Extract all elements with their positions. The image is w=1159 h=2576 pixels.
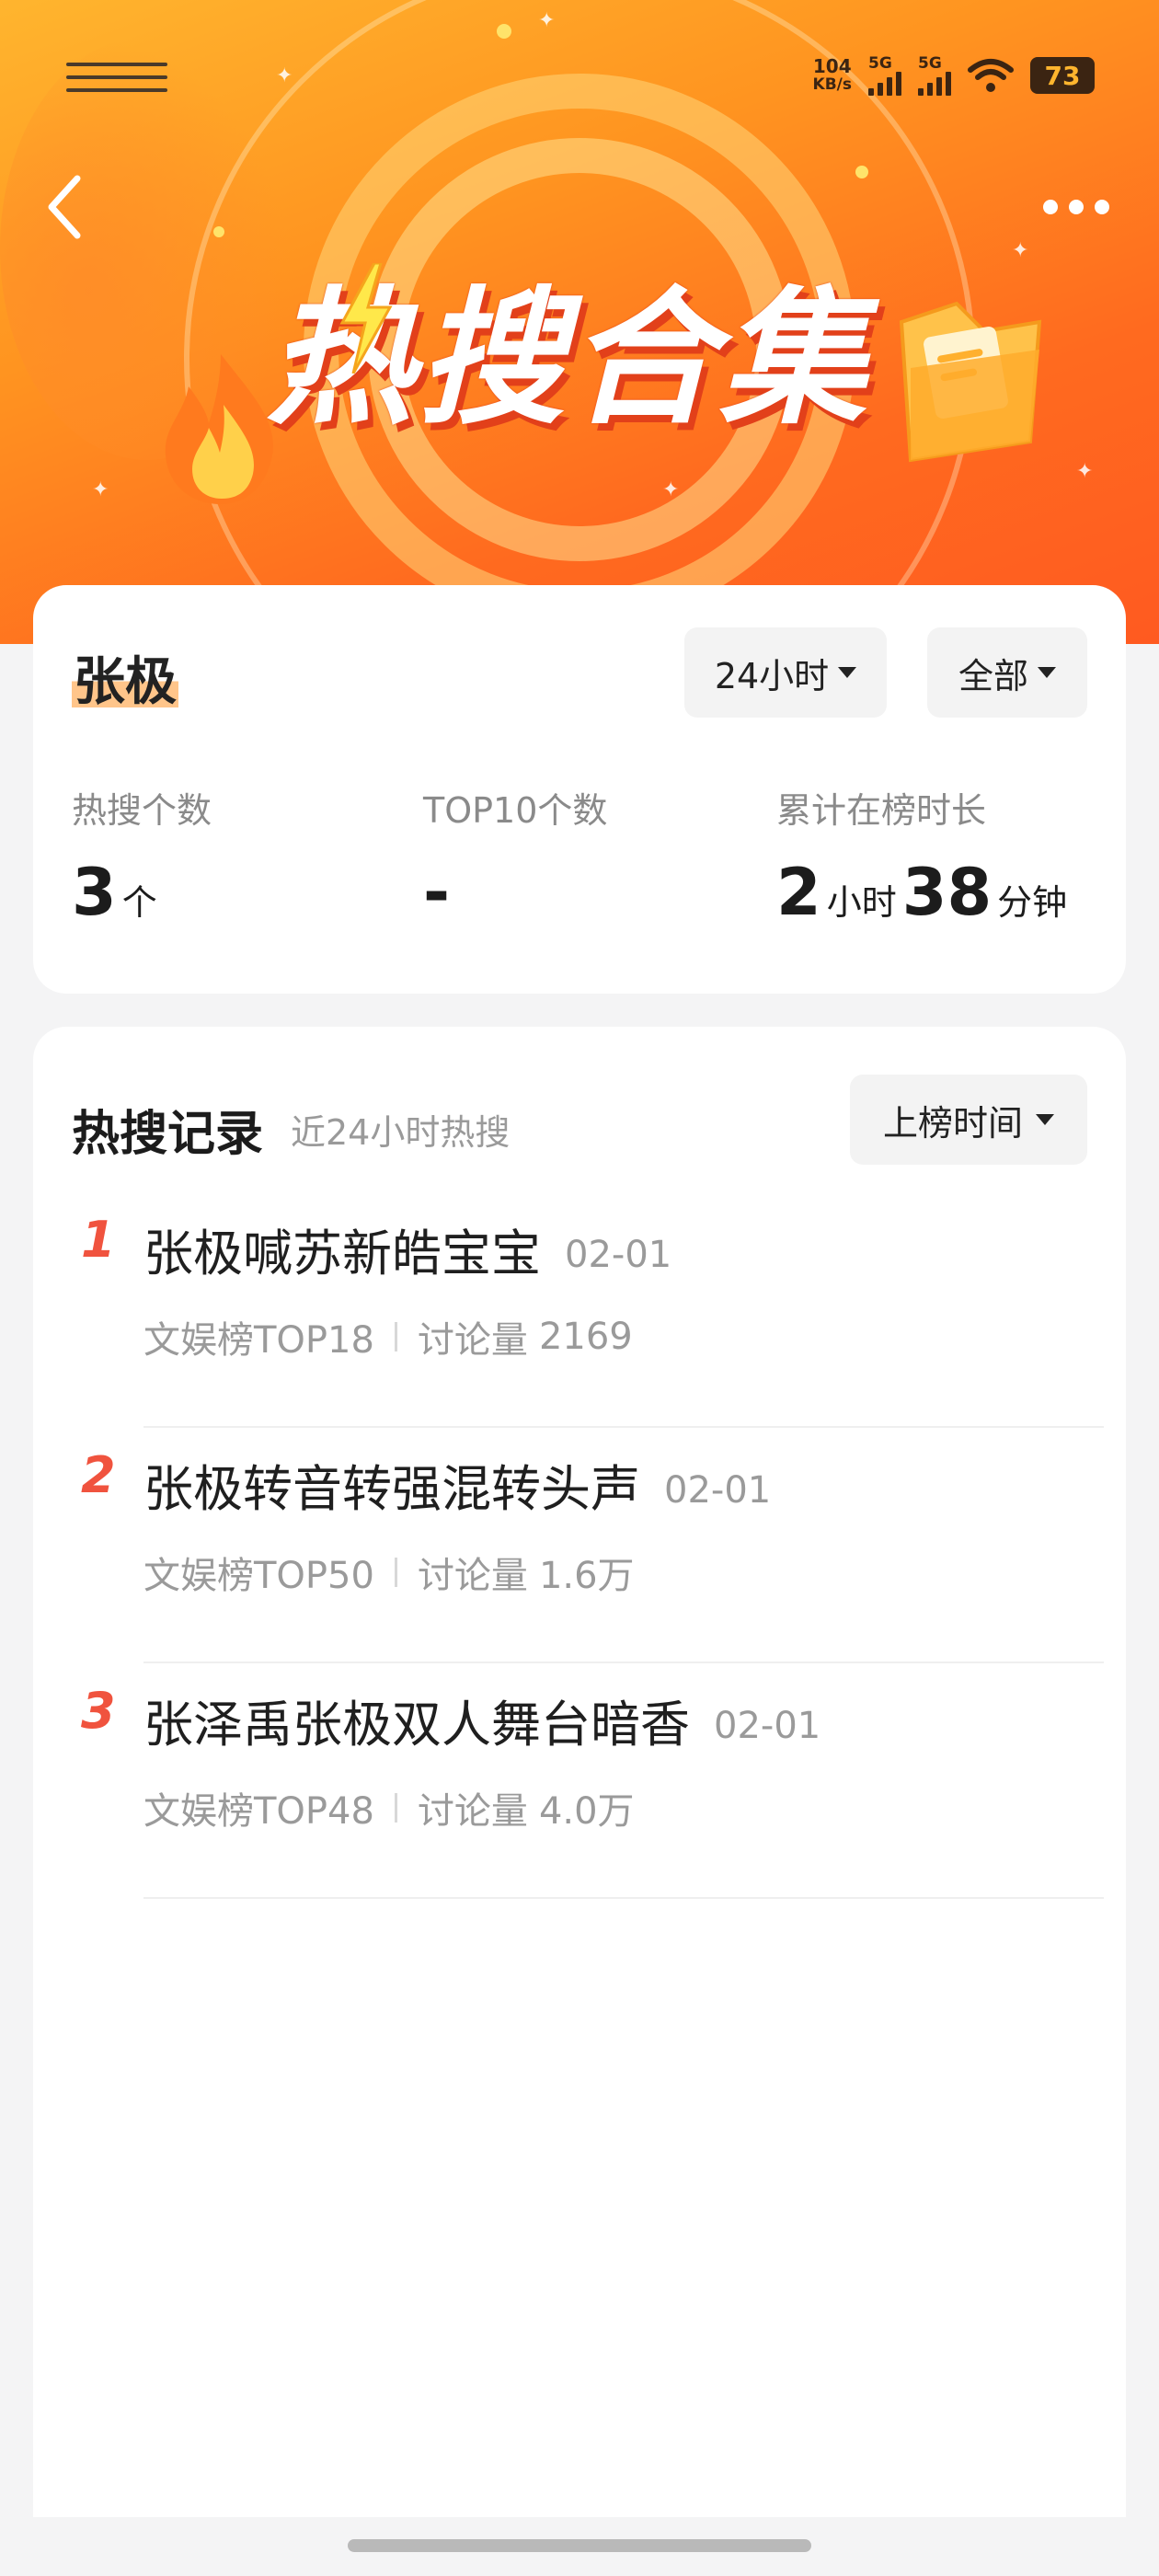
summary-card: 张极 24小时 全部 热搜个数 3 个 TOP10个数 - 累计在榜时长 2 小… (33, 585, 1126, 994)
record-item[interactable]: 3 张泽禹张极双人舞台暗香 02-01 文娱榜TOP48 讨论量 4.0万 (33, 1663, 1126, 1899)
sparkle-icon: ✦ (1012, 239, 1029, 262)
record-meta: 文娱榜TOP48 讨论量 4.0万 (143, 1781, 635, 1834)
stat-total-duration: 累计在榜时长 2 小时 38 分钟 (776, 782, 1073, 925)
more-dots-icon (1043, 200, 1058, 214)
caret-down-icon (1036, 1114, 1054, 1125)
person-name: 张极 (72, 640, 178, 715)
banner-dot (855, 166, 868, 178)
battery-level: 73 (1044, 60, 1081, 91)
record-topic[interactable]: 张极转音转强混转头声 02-01 (143, 1448, 771, 1521)
record-item[interactable]: 1 张极喊苏新皓宝宝 02-01 文娱榜TOP18 讨论量 2169 (33, 1192, 1126, 1428)
rank-number: 1 (81, 1211, 116, 1269)
record-board: 文娱榜TOP48 (143, 1790, 374, 1833)
divider (394, 1558, 397, 1587)
network-speed-value: 104 (812, 55, 852, 77)
record-topic[interactable]: 张泽禹张极双人舞台暗香 02-01 (143, 1684, 820, 1756)
home-indicator[interactable] (348, 2539, 811, 2552)
rank-number: 2 (81, 1446, 116, 1504)
more-button[interactable] (1030, 179, 1122, 235)
sparkle-icon: ✦ (662, 478, 680, 501)
lightning-icon (339, 263, 393, 374)
scope-filter-label: 全部 (958, 655, 1028, 696)
discussion-label: 讨论量 (417, 1319, 528, 1362)
stat-label: 热搜个数 (72, 790, 212, 831)
stat-hours-value: 2 (776, 855, 821, 930)
back-button[interactable] (37, 170, 92, 244)
discussion-label: 讨论量 (417, 1555, 528, 1597)
folder-icon (899, 301, 1042, 463)
record-topic-text: 张极喊苏新皓宝宝 (143, 1225, 541, 1282)
rank-number: 3 (81, 1682, 116, 1740)
stat-label: TOP10个数 (423, 790, 608, 831)
stat-minutes-unit: 分钟 (997, 882, 1068, 923)
stat-label: 累计在榜时长 (776, 790, 987, 831)
divider (394, 1793, 397, 1823)
page: ✦ ✦ ✦ ✦ ✦ ✦ 热搜合集 104 KB/s 5G 5G 73 张极 24… (0, 0, 1159, 2576)
signal-icon: 5G (868, 53, 901, 96)
network-speed: 104 KB/s (813, 57, 852, 94)
banner-dot (213, 226, 224, 237)
record-board: 文娱榜TOP50 (143, 1555, 374, 1597)
stat-hot-search-count: 热搜个数 3 个 (72, 782, 212, 925)
network-speed-unit: KB/s (812, 75, 852, 94)
sort-dropdown[interactable]: 上榜时间 (850, 1075, 1087, 1165)
sparkle-icon: ✦ (1076, 460, 1094, 483)
scope-filter-dropdown[interactable]: 全部 (927, 627, 1087, 718)
record-topic-text: 张泽禹张极双人舞台暗香 (143, 1696, 690, 1754)
caret-down-icon (1038, 667, 1056, 678)
discussion-value: 1.6万 (538, 1555, 635, 1597)
record-date: 02-01 (565, 1234, 672, 1276)
chevron-left-icon (48, 175, 81, 239)
stat-value: - (423, 855, 451, 930)
record-item[interactable]: 2 张极转音转强混转头声 02-01 文娱榜TOP50 讨论量 1.6万 (33, 1428, 1126, 1663)
discussion-value: 2169 (538, 1316, 633, 1358)
signal-icon: 5G (918, 53, 951, 96)
record-topic[interactable]: 张极喊苏新皓宝宝 02-01 (143, 1213, 671, 1285)
record-meta: 文娱榜TOP50 讨论量 1.6万 (143, 1546, 635, 1599)
battery-icon: 73 (1030, 57, 1095, 94)
record-date: 02-01 (664, 1469, 772, 1512)
status-lines-icon (66, 63, 167, 96)
row-divider (143, 1897, 1104, 1899)
time-filter-dropdown[interactable]: 24小时 (684, 627, 887, 718)
sim2-label: 5G (918, 53, 942, 73)
divider (394, 1322, 397, 1351)
record-meta: 文娱榜TOP18 讨论量 2169 (143, 1310, 633, 1363)
records-subtitle: 近24小时热搜 (291, 1112, 511, 1153)
records-card: 热搜记录 近24小时热搜 上榜时间 1 张极喊苏新皓宝宝 02-01 文娱榜TOP… (33, 1027, 1126, 2517)
status-bar: 104 KB/s 5G 5G 73 (0, 0, 1159, 147)
header-banner: ✦ ✦ ✦ ✦ ✦ ✦ 热搜合集 104 KB/s 5G 5G 73 (0, 0, 1159, 644)
stat-value: 3 (72, 855, 117, 930)
wifi-icon (968, 59, 1014, 92)
record-board: 文娱榜TOP18 (143, 1319, 374, 1362)
discussion-label: 讨论量 (417, 1790, 528, 1833)
discussion-value: 4.0万 (538, 1790, 635, 1833)
stat-unit: 个 (121, 882, 157, 923)
time-filter-label: 24小时 (714, 655, 830, 696)
stat-hours-unit: 小时 (826, 882, 897, 923)
sim1-label: 5G (868, 53, 892, 73)
stat-minutes-value: 38 (901, 855, 993, 930)
sort-label: 上榜时间 (882, 1102, 1023, 1144)
caret-down-icon (838, 667, 857, 678)
record-topic-text: 张极转音转强混转头声 (143, 1460, 640, 1518)
status-indicators: 104 KB/s 5G 5G 73 (813, 53, 1095, 98)
sparkle-icon: ✦ (92, 478, 109, 501)
records-title: 热搜记录 (72, 1107, 264, 1162)
record-date: 02-01 (714, 1705, 821, 1747)
stat-top10-count: TOP10个数 - (423, 782, 607, 925)
